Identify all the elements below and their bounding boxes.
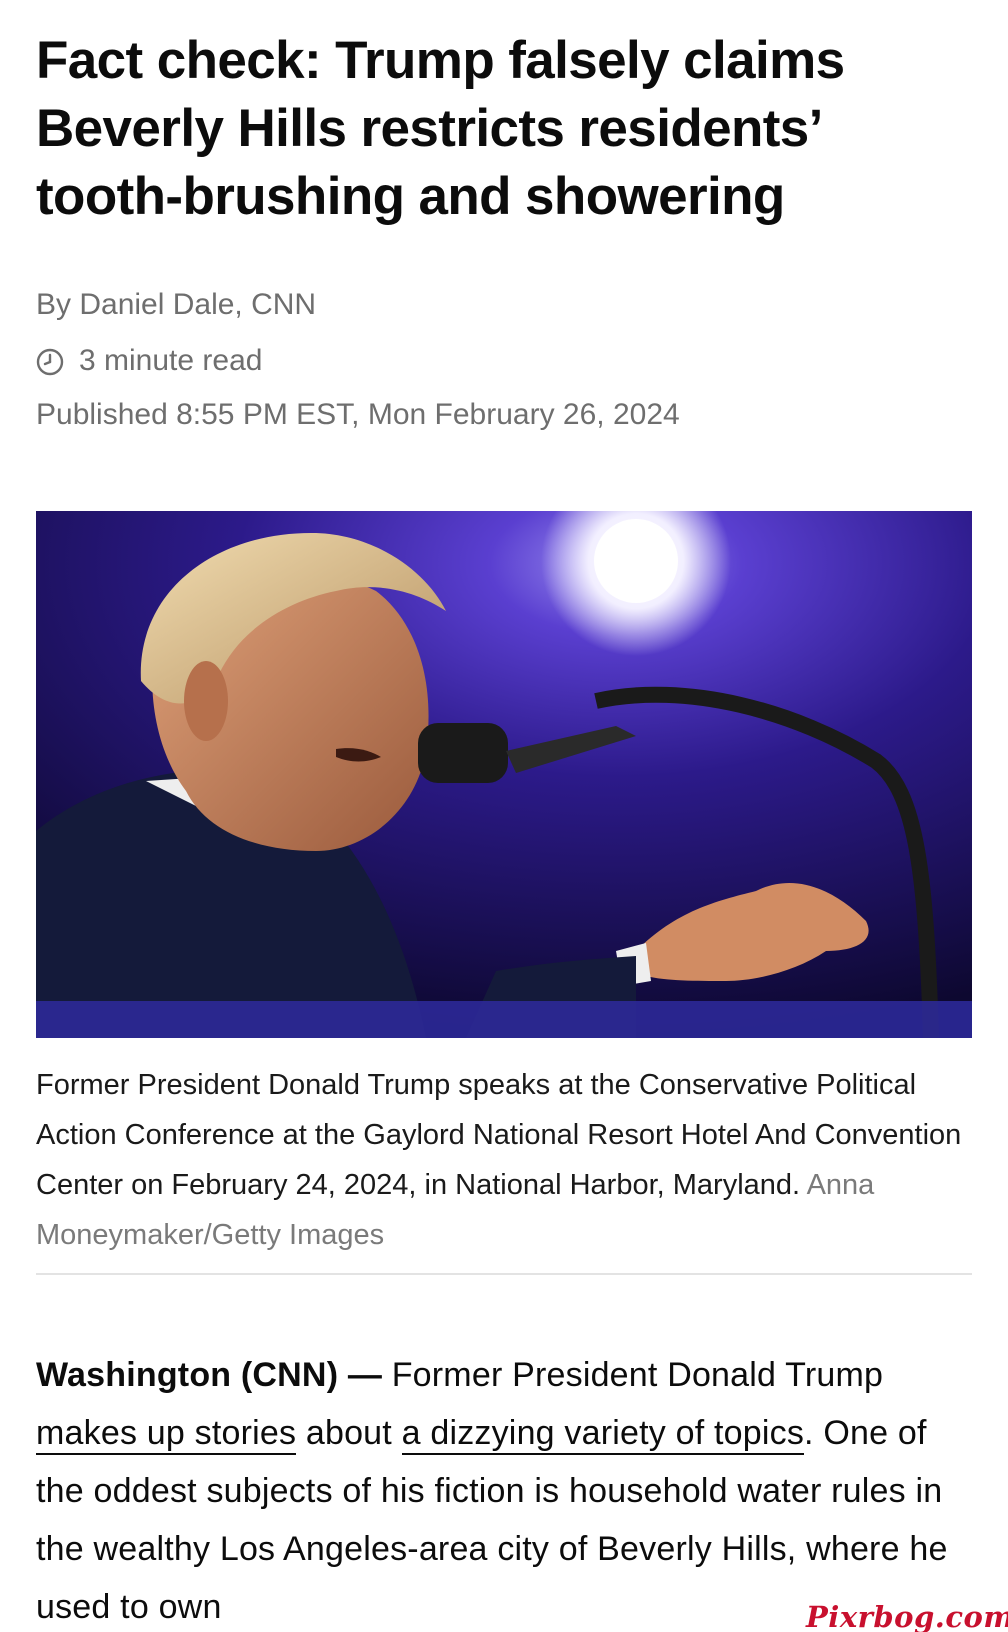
read-time-label: 3 minute read	[79, 344, 263, 377]
read-time: 3 minute read	[36, 341, 972, 381]
article-headline: Fact check: Trump falsely claims Beverly…	[36, 31, 845, 226]
author-link[interactable]: By Daniel Dale, CNN	[36, 288, 316, 321]
article-container: Fact check: Trump falsely claims Beverly…	[36, 0, 972, 1626]
publish-timestamp: Published 8:55 PM EST, Mon February 26, …	[36, 398, 680, 431]
body-text-1: Former President Donald Trump	[382, 1356, 884, 1394]
link-dizzying-variety[interactable]: a dizzying variety of topics	[401, 1414, 805, 1455]
photo-caption: Former President Donald Trump speaks at …	[36, 1060, 972, 1260]
byline: By Daniel Dale, CNN	[36, 285, 972, 325]
link-makes-up-stories[interactable]: makes up stories	[36, 1414, 297, 1455]
dateline: Washington (CNN) —	[36, 1356, 383, 1394]
watermark: Pixrbog.com	[806, 1600, 1008, 1632]
body-text-2: about	[296, 1414, 402, 1452]
clock-icon	[36, 347, 64, 376]
article-body-paragraph: Washington (CNN) — Former President Dona…	[36, 1346, 972, 1632]
divider	[36, 1273, 972, 1275]
lead-photo[interactable]	[36, 511, 972, 1038]
